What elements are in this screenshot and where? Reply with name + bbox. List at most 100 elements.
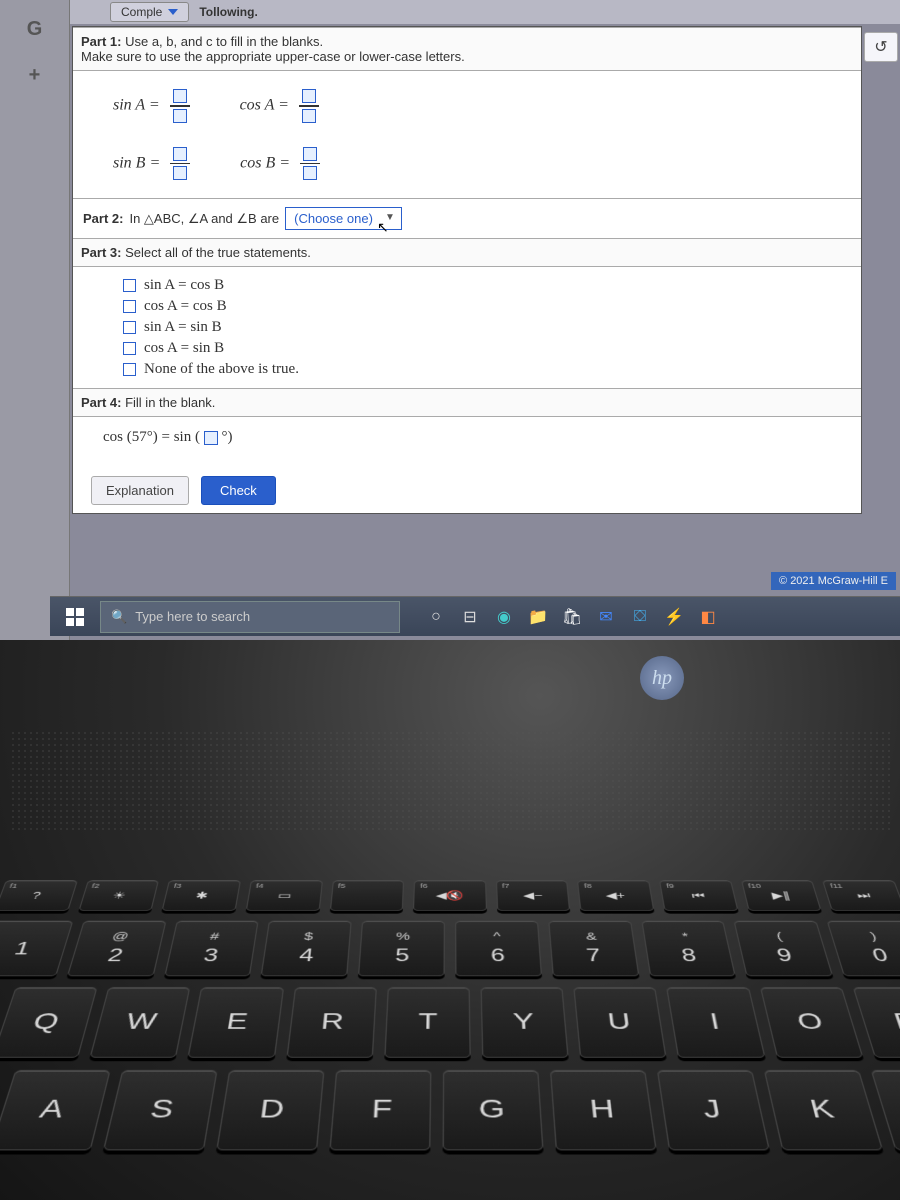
browser-tab[interactable]: Comple [110, 2, 189, 22]
input-sinA-num[interactable] [173, 89, 187, 103]
reset-button[interactable]: ↺ [864, 32, 898, 62]
part4-body: cos (57°) = sin ( °) [73, 417, 861, 464]
part1-instruction: Use a, b, and c to fill in the blanks. [125, 34, 323, 49]
part3-title: Part 3: [81, 245, 121, 260]
mail-icon[interactable]: ✉ [594, 605, 618, 629]
part3-body: sin A = cos B cos A = cos B sin A = sin … [73, 267, 861, 388]
start-button[interactable] [54, 599, 96, 635]
part4-eq-right: °) [221, 429, 232, 445]
part1-title: Part 1: [81, 34, 121, 49]
key-f2[interactable]: f2☀ [78, 880, 159, 911]
part1-sub: Make sure to use the appropriate upper-c… [81, 49, 465, 64]
app-icon[interactable]: ⚡ [662, 605, 686, 629]
part1-header: Part 1: Use a, b, and c to fill in the b… [73, 27, 861, 71]
key-f1[interactable]: f1? [0, 880, 78, 911]
cortana-icon[interactable]: ○ [424, 605, 448, 629]
key-8[interactable]: *8 [641, 921, 736, 977]
opt-3: cos A = sin B [144, 340, 224, 357]
key-H[interactable]: H [550, 1070, 657, 1150]
exercise-panel: Part 1: Use a, b, and c to fill in the b… [72, 26, 862, 514]
key-I[interactable]: I [667, 987, 766, 1058]
input-complement-angle[interactable] [204, 431, 218, 445]
key-f9[interactable]: f9⏮ [659, 880, 738, 911]
check-button[interactable]: Check [201, 476, 276, 505]
key-Y[interactable]: Y [481, 987, 569, 1058]
checkbox-opt-2[interactable] [123, 321, 136, 334]
key-f6[interactable]: f6◀🔇 [413, 880, 487, 911]
tab-label: Comple [121, 5, 162, 19]
key-0[interactable]: )0 [827, 921, 900, 977]
input-cosB-num[interactable] [303, 147, 317, 161]
key-F[interactable]: F [329, 1070, 431, 1150]
key-S[interactable]: S [103, 1070, 218, 1150]
input-sinA-den[interactable] [173, 109, 187, 123]
key-f10[interactable]: f10▶∥ [741, 880, 822, 911]
part4-text: Fill in the blank. [125, 395, 215, 410]
search-placeholder: Type here to search [135, 609, 250, 624]
part4-header: Part 4: Fill in the blank. [73, 388, 861, 417]
key-D[interactable]: D [216, 1070, 324, 1150]
store-icon[interactable]: 🛍 [560, 605, 584, 629]
input-sinB-den[interactable] [173, 166, 187, 180]
key-f3[interactable]: f3✱ [162, 880, 241, 911]
browser-tab-strip: Comple Tollowing. [70, 0, 900, 24]
checkbox-opt-0[interactable] [123, 279, 136, 292]
checkbox-opt-3[interactable] [123, 342, 136, 355]
app2-icon[interactable]: ◧ [696, 605, 720, 629]
part1-body: sin A = cos A = [73, 71, 861, 198]
part4-title: Part 4: [81, 395, 121, 410]
key-9[interactable]: (9 [734, 921, 833, 977]
key-T[interactable]: T [384, 987, 471, 1058]
opt-1: cos A = cos B [144, 298, 227, 315]
button-row: Explanation Check [73, 464, 861, 513]
edge-icon[interactable]: ◉ [492, 605, 516, 629]
key-J[interactable]: J [657, 1070, 770, 1150]
key-6[interactable]: ^6 [455, 921, 542, 977]
key-G[interactable]: G [443, 1070, 544, 1150]
key-f8[interactable]: f8◀+ [577, 880, 654, 911]
key-R[interactable]: R [286, 987, 377, 1058]
cursor-icon: ↖ [377, 219, 389, 236]
taskbar-search[interactable]: 🔍 Type here to search [100, 601, 400, 633]
copyright-label: © 2021 McGraw-Hill E [771, 572, 896, 590]
checkbox-opt-4[interactable] [123, 363, 136, 376]
keyboard: f1?f2☀f3✱f4▭f5 f6◀🔇 f7◀−f8◀+f9⏮f10▶∥f11⏭ 1… [0, 880, 900, 1200]
key-5[interactable]: %5 [358, 921, 445, 977]
windows-taskbar: 🔍 Type here to search ○ ⊟ ◉ 📁 🛍 ✉ ⛋ ⚡ ◧ [50, 596, 900, 636]
key-W[interactable]: W [90, 987, 191, 1058]
key-E[interactable]: E [188, 987, 284, 1058]
key-K[interactable]: K [764, 1070, 883, 1150]
part2-row: Part 2: In △ABC, ∠A and ∠B are (Choose o… [73, 198, 861, 238]
key-2[interactable]: @2 [67, 921, 166, 977]
label-cosB: cos B = [240, 154, 290, 171]
rail-plus-icon[interactable]: + [18, 58, 52, 92]
key-Q[interactable]: Q [0, 987, 98, 1058]
input-cosB-den[interactable] [303, 166, 317, 180]
input-sinB-num[interactable] [173, 147, 187, 161]
part2-title: Part 2: [83, 211, 123, 226]
explanation-button[interactable]: Explanation [91, 476, 189, 505]
rail-g-icon[interactable]: G [18, 12, 52, 46]
opt-0: sin A = cos B [144, 277, 224, 294]
part4-eq-left: cos (57°) = sin ( [103, 429, 200, 445]
key-f7[interactable]: f7◀− [496, 880, 571, 911]
checkbox-opt-1[interactable] [123, 300, 136, 313]
key-f11[interactable]: f11⏭ [822, 880, 900, 911]
key-A[interactable]: A [0, 1070, 111, 1150]
part3-header: Part 3: Select all of the true statement… [73, 238, 861, 267]
input-cosA-num[interactable] [302, 89, 316, 103]
taskview-icon[interactable]: ⊟ [458, 605, 482, 629]
key-f4[interactable]: f4▭ [246, 880, 323, 911]
key-4[interactable]: $4 [261, 921, 352, 977]
key-U[interactable]: U [574, 987, 667, 1058]
key-O[interactable]: O [760, 987, 864, 1058]
dropbox-icon[interactable]: ⛋ [628, 605, 652, 629]
key-7[interactable]: &7 [548, 921, 639, 977]
laptop-body: hp f1?f2☀f3✱f4▭f5f6◀🔇f7◀−f8◀+f9⏮f10▶∥f11… [0, 640, 900, 1200]
key-1[interactable]: 1 [0, 921, 73, 977]
key-3[interactable]: #3 [164, 921, 259, 977]
input-cosA-den[interactable] [302, 109, 316, 123]
explorer-icon[interactable]: 📁 [526, 605, 550, 629]
tab-suffix: Tollowing. [199, 5, 257, 19]
key-f5[interactable]: f5 [329, 880, 404, 911]
